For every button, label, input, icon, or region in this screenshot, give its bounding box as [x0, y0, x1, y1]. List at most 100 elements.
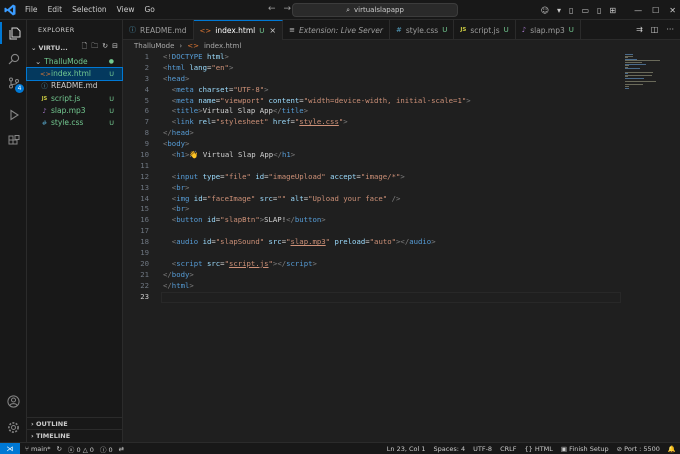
breadcrumb-folder[interactable]: ThalluMode [134, 42, 174, 50]
code-token: > [189, 128, 194, 138]
code-token: meta [176, 84, 194, 94]
code-line[interactable] [163, 161, 471, 172]
file-style-css[interactable]: # style.css U [27, 117, 122, 129]
code-editor[interactable]: 1 2 3 4 5 6 7 8 9 10 11 12 13 14 15 16 17 18 19 20 21 22 23 <!… [123, 52, 680, 442]
line-number: 6 [144, 106, 149, 116]
code-line[interactable] [163, 248, 471, 259]
refresh-icon[interactable]: ↻ [102, 42, 108, 53]
html-file-icon: <> [40, 70, 51, 78]
code-line[interactable]: <br> [163, 183, 471, 194]
forward-arrow-icon[interactable]: → [284, 4, 292, 14]
settings-gear-icon[interactable] [0, 416, 27, 438]
file-slap-mp3[interactable]: ♪ slap.mp3 U [27, 105, 122, 117]
code-line[interactable]: </body> [163, 270, 471, 281]
code-line[interactable]: </head> [163, 128, 471, 139]
new-folder-icon[interactable]: 🗀 [91, 42, 98, 53]
git-status: U [568, 26, 574, 34]
menu-edit[interactable]: Edit [43, 0, 68, 20]
code-line[interactable]: </html> [163, 281, 471, 292]
code-line[interactable]: <input type="file" id="imageUpload" acce… [163, 172, 471, 183]
code-line[interactable]: <meta charset="UTF-8"> [163, 85, 471, 96]
minimize-icon[interactable]: — [634, 6, 642, 15]
end-of-line[interactable]: CRLF [500, 445, 516, 453]
tab-style-css[interactable]: # style.css U [390, 20, 455, 40]
code-line[interactable]: <html lang="en"> [163, 63, 471, 74]
file-index-html[interactable]: <> index.html U [26, 66, 123, 82]
indentation[interactable]: Spaces: 4 [434, 445, 466, 453]
cursor-position[interactable]: Ln 23, Col 1 [387, 445, 426, 453]
collapse-all-icon[interactable]: ⊟ [112, 42, 118, 53]
line-number: 23 [140, 291, 149, 301]
code-line[interactable]: <!DOCTYPE html> [163, 52, 471, 63]
status-bar: ⋊ ⑂ main* ↻ ⓧ 0 △ 0 ⓘ 0 ⇄ Ln 23, Col 1 S… [0, 442, 680, 454]
remote-icon[interactable]: ⋊ [0, 442, 20, 454]
outline-section[interactable]: › OUTLINE [27, 417, 123, 429]
close-icon[interactable]: × [269, 26, 276, 35]
source-control-icon[interactable]: 4 [0, 72, 27, 94]
code-line[interactable] [163, 226, 471, 237]
live-share-icon[interactable]: ⇄ [119, 445, 124, 453]
copilot-icon[interactable]: ☺ [541, 6, 549, 15]
notifications-bell-icon[interactable]: 🔔 [668, 445, 676, 453]
code-line[interactable]: <br> [163, 204, 471, 215]
project-header[interactable]: ⌄ VIRTU... 🗋 🗀 ↻ ⊟ [27, 40, 122, 55]
maximize-icon[interactable]: ☐ [652, 6, 659, 15]
customize-layout-icon[interactable]: ⊞ [609, 6, 616, 15]
explorer-icon[interactable] [0, 22, 27, 44]
menu-view[interactable]: View [112, 0, 140, 20]
finish-setup[interactable]: ▣ Finish Setup [561, 445, 609, 453]
git-branch[interactable]: ⑂ main* [25, 445, 50, 453]
info-indicator[interactable]: ⓘ 0 [100, 444, 113, 454]
tab-script-js[interactable]: JS script.js U [454, 20, 516, 40]
close-window-icon[interactable]: ✕ [669, 6, 676, 15]
warning-icon: △ [82, 445, 90, 454]
breadcrumb-file[interactable]: index.html [204, 42, 241, 50]
code-line[interactable]: <head> [163, 74, 471, 85]
code-line[interactable]: <meta name="viewport" content="width=dev… [163, 96, 471, 107]
code-content[interactable]: <!DOCTYPE html> <html lang="en"> <head> <m… [163, 52, 471, 302]
code-token: > [400, 171, 405, 181]
code-line[interactable]: <script src="script.js"></script> [163, 259, 471, 270]
tab-index-html[interactable]: <> index.html U × [193, 20, 284, 40]
code-line[interactable]: <link rel="stylesheet" href="style.css"> [163, 117, 471, 128]
problems-indicator[interactable]: ⓧ 0 △ 0 [68, 444, 94, 454]
tab-slap-mp3[interactable]: ♪ slap.mp3 U [516, 20, 581, 40]
search-view-icon[interactable] [0, 48, 27, 70]
code-line[interactable]: <img id="faceImage" src="" alt="Upload y… [163, 194, 471, 205]
menu-selection[interactable]: Selection [67, 0, 112, 20]
back-arrow-icon[interactable]: ← [268, 4, 276, 14]
open-preview-icon[interactable]: ⇉ [636, 25, 643, 34]
code-line[interactable]: <h1>👋 Virtual Slap App</h1> [163, 150, 471, 161]
live-server-port[interactable]: ⊘ Port : 5500 [617, 445, 660, 453]
file-readme-md[interactable]: ⓘ README.md [27, 80, 122, 92]
code-line[interactable]: <button id="slapBtn">SLAP!</button> [163, 215, 471, 226]
timeline-section[interactable]: › TIMELINE [27, 429, 123, 441]
account-icon[interactable] [0, 390, 27, 412]
code-token: alt [290, 193, 304, 203]
language-mode[interactable]: {} HTML [524, 445, 552, 453]
code-line[interactable]: <body> [163, 139, 471, 150]
new-file-icon[interactable]: 🗋 [82, 42, 88, 53]
more-actions-icon[interactable]: ··· [666, 25, 674, 34]
run-debug-icon[interactable] [0, 104, 27, 126]
encoding[interactable]: UTF-8 [473, 445, 492, 453]
toggle-sidebar-icon[interactable]: ▯ [569, 6, 573, 15]
tab-extension-live-server[interactable]: ≡ Extension: Live Server [283, 20, 390, 40]
code-line[interactable]: <audio id="slapSound" src="slap.mp3" pre… [163, 237, 471, 248]
copilot-chevron-icon[interactable]: ▾ [557, 6, 561, 15]
tab-readme[interactable]: ⓘ README.md [123, 20, 194, 40]
folder-thallumode[interactable]: ⌄ ThalluMode ● [27, 55, 122, 68]
toggle-panel-icon[interactable]: ▭ [581, 6, 589, 15]
code-line[interactable]: <title>Virtual Slap App</title> [163, 106, 471, 117]
code-line[interactable] [163, 292, 471, 303]
sync-icon[interactable]: ↻ [56, 445, 61, 453]
split-editor-icon[interactable]: ◫ [651, 25, 659, 34]
file-script-js[interactable]: JS script.js U [27, 93, 122, 105]
menu-go[interactable]: Go [139, 0, 159, 20]
toggle-secondary-sidebar-icon[interactable]: ▯ [597, 6, 601, 15]
minimap[interactable] [623, 52, 680, 92]
command-center-search[interactable]: ⌕ virtualslapapp [292, 3, 458, 17]
menu-file[interactable]: File [20, 0, 43, 20]
extensions-icon[interactable] [0, 130, 27, 152]
